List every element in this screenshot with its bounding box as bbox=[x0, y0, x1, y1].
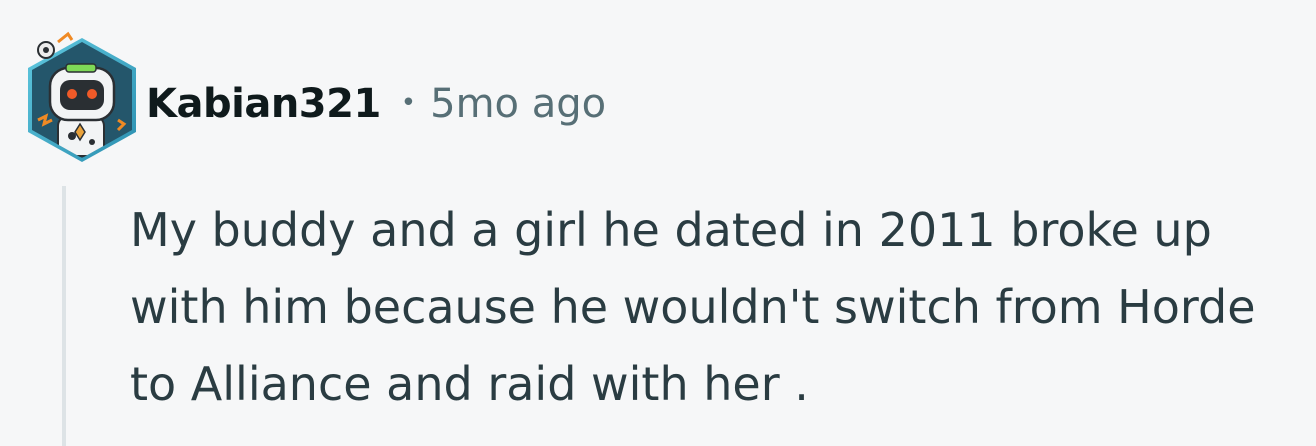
comment-meta: Kabian321 • 5mo ago bbox=[146, 76, 606, 132]
comment: Kabian321 • 5mo ago My buddy and a girl … bbox=[0, 0, 1316, 446]
robot-avatar-icon bbox=[28, 31, 136, 162]
comment-body: My buddy and a girl he dated in 2011 bro… bbox=[130, 203, 1256, 411]
username-link[interactable]: Kabian321 bbox=[146, 81, 381, 127]
thread-collapse-line[interactable] bbox=[62, 186, 66, 446]
comment-timestamp[interactable]: 5mo ago bbox=[430, 81, 606, 127]
meta-separator: • bbox=[400, 88, 417, 118]
user-avatar[interactable] bbox=[24, 28, 140, 164]
